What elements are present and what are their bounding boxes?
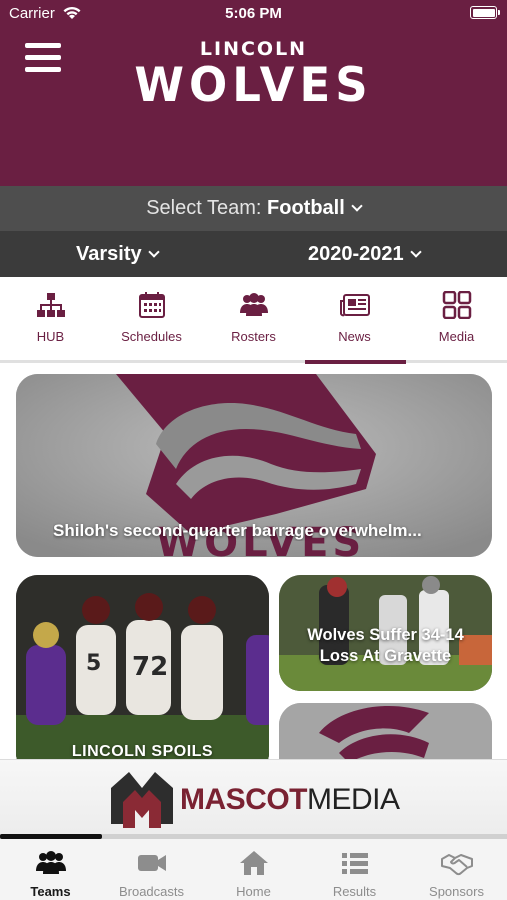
clock: 5:06 PM [225,5,282,22]
news-feed[interactable]: WOLVES Shiloh's second-quarter barrage o… [0,366,507,760]
news-card-featured[interactable]: WOLVES Shiloh's second-quarter barrage o… [16,374,492,557]
chevron-down-icon [409,246,422,258]
hierarchy-icon [36,293,65,317]
team-selector-value: Football [267,197,345,219]
tab-label: Schedules [121,329,182,344]
bottom-nav-broadcasts[interactable]: Broadcasts [101,839,202,900]
sponsor-name: MASCOTMEDIA [180,783,400,817]
news-headline: Wolves Suffer 34-14 Loss At Gravette [307,626,464,665]
bottom-nav-home[interactable]: Home [203,839,304,900]
season-value: 2020-2021 [308,243,404,265]
wolf-logo-image [279,703,492,760]
bottom-tab-bar: Teams Broadcasts Home Results Sponsors [0,839,507,900]
bottom-nav-label: Sponsors [429,884,484,899]
video-camera-icon [137,855,166,871]
grid-icon [442,291,471,319]
level-season-bar: Varsity 2020-2021 [0,231,507,277]
sponsor-name-part2: MEDIA [307,783,400,816]
newspaper-icon [339,294,370,317]
group-icon [35,851,66,874]
bottom-nav-label: Broadcasts [118,884,185,899]
level-value: Varsity [76,243,142,265]
home-icon [239,851,268,875]
tab-label: HUB [36,329,65,344]
season-dropdown[interactable]: 2020-2021 [308,243,422,266]
tab-label: Media [438,329,475,344]
brand-mascot-name: WOLVES [134,56,373,113]
tab-label: Rosters [231,329,276,344]
chevron-down-icon [147,246,160,258]
bottom-nav-label: Results [332,884,377,899]
section-tabs: HUB Schedules Rosters News Media [0,277,507,364]
tab-label: News [338,329,371,344]
app-header: Carrier 5:06 PM LINCOLN WOLVES [0,0,507,186]
status-bar: Carrier 5:06 PM [0,0,507,28]
mascot-media-logo-icon [111,772,173,828]
news-headline: Shiloh's second-quarter barrage overwhel… [53,521,422,540]
bottom-nav-results[interactable]: Results [304,839,405,900]
tab-news[interactable]: News [304,277,405,363]
bottom-nav-sponsors[interactable]: Sponsors [406,839,507,900]
svg-text:72: 72 [132,652,168,682]
sponsor-name-part1: MASCOT [180,783,308,816]
chevron-down-icon [351,200,363,212]
team-selector-label: Select Team: [146,197,262,219]
tab-media[interactable]: Media [406,277,507,363]
svg-text:5: 5 [86,651,101,676]
tab-hub[interactable]: HUB [0,277,101,363]
active-tab-indicator [305,360,406,364]
news-card[interactable] [279,703,492,760]
team-selector[interactable]: Select Team: Football [0,186,507,231]
news-headline: LINCOLN SPOILS [71,743,214,760]
bottom-nav-label: Teams [30,884,71,899]
football-photo: 72 5 [16,575,269,760]
bottom-nav-teams[interactable]: Teams [0,839,101,900]
tab-schedules[interactable]: Schedules [101,277,202,363]
handshake-icon [440,854,473,876]
tab-rosters[interactable]: Rosters [203,277,304,363]
group-icon [239,293,268,316]
list-icon [341,853,368,874]
news-card[interactable]: Wolves Suffer 34-14 Loss At Gravette [279,575,492,691]
level-dropdown[interactable]: Varsity [76,243,160,266]
sponsor-banner[interactable]: MASCOTMEDIA [0,759,507,839]
calendar-icon [138,292,165,318]
bottom-nav-label: Home [236,884,271,899]
news-card[interactable]: 72 5 LINCOLN SPOILS [16,575,269,760]
battery-icon [470,6,500,19]
